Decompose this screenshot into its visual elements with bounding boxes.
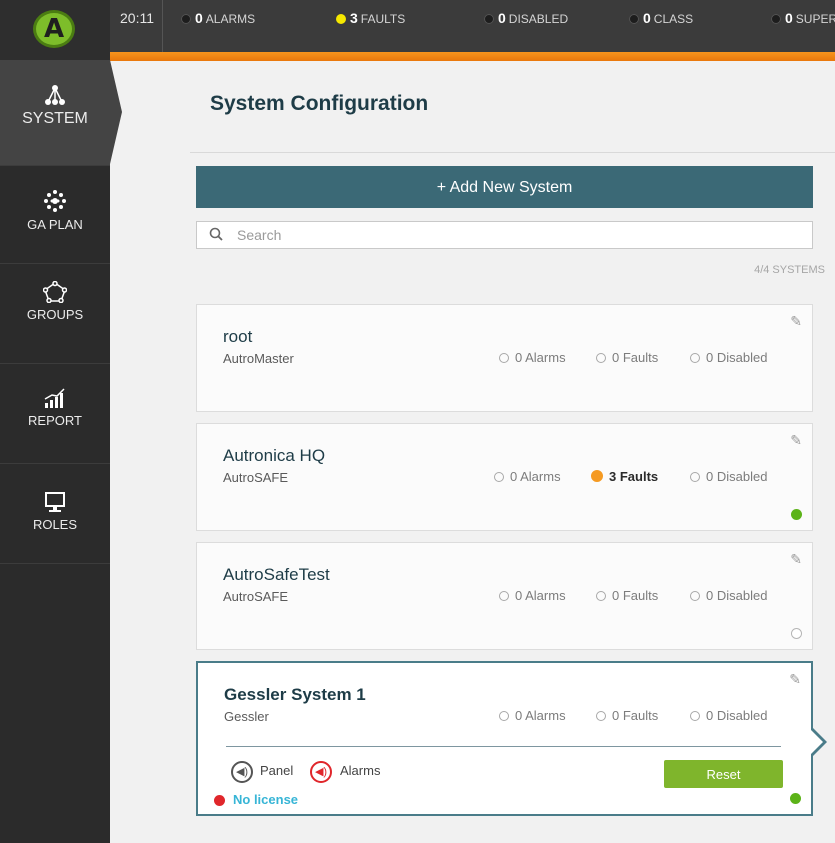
status-circle-icon (596, 591, 606, 601)
alarms-stat[interactable]: 0 ALARMS (181, 0, 255, 36)
disabled-status: 0 Disabled (690, 588, 767, 603)
disabled-status: 0 Disabled (690, 350, 767, 365)
status-circle-icon (690, 591, 700, 601)
sidebar-item-report[interactable]: REPORT (0, 363, 110, 463)
online-indicator (790, 793, 801, 804)
search-icon (209, 227, 223, 241)
clock: 20:11 (112, 0, 163, 52)
status-circle-icon (596, 711, 606, 721)
faults-status: 0 Faults (596, 588, 658, 603)
status-circle-icon (596, 353, 606, 363)
title-divider (190, 152, 835, 153)
alarms-status: 0 Alarms (494, 469, 561, 484)
system-card[interactable]: AutroSafeTest AutroSAFE 0 Alarms 0 Fault… (196, 542, 813, 650)
reset-button[interactable]: Reset (664, 760, 783, 788)
faults-dot-icon (336, 14, 346, 24)
sidebar-item-roles[interactable]: ROLES (0, 463, 110, 563)
offline-indicator (791, 628, 802, 639)
search-box[interactable] (196, 221, 813, 249)
page-title: System Configuration (210, 92, 429, 115)
system-type: AutroMaster (223, 351, 294, 366)
status-circle-icon (499, 591, 509, 601)
faults-status: 0 Faults (596, 708, 658, 723)
faults-stat[interactable]: 3 FAULTS (336, 0, 405, 36)
alarms-status: 0 Alarms (499, 350, 566, 365)
card-divider (226, 746, 781, 747)
disabled-stat[interactable]: 0 DISABLED (484, 0, 568, 36)
status-circle-icon (690, 711, 700, 721)
system-icon (45, 85, 65, 105)
panel-label: Panel (260, 763, 294, 778)
report-icon (44, 388, 65, 408)
fault-dot-icon (591, 470, 603, 482)
edit-pencil-icon[interactable]: ✎ (790, 432, 802, 449)
sidebar-item-label: GA PLAN (27, 217, 83, 232)
status-circle-icon (690, 353, 700, 363)
faults-status: 3 Faults (591, 469, 658, 484)
system-name: Gessler System 1 (224, 685, 366, 704)
sidebar-item-ga-plan[interactable]: GA PLAN (0, 165, 110, 263)
system-card[interactable]: Autronica HQ AutroSAFE 0 Alarms 3 Faults… (196, 423, 813, 531)
status-circle-icon (499, 353, 509, 363)
systems-count: 4/4 SYSTEMS (754, 264, 825, 276)
super-stat[interactable]: 0 SUPER (771, 0, 835, 36)
sidebar-item-label: SYSTEM (22, 110, 88, 127)
disabled-dot-icon (484, 14, 494, 24)
online-indicator (791, 509, 802, 520)
alarms-status: 0 Alarms (499, 708, 566, 723)
selection-pointer (811, 728, 827, 756)
disabled-status: 0 Disabled (690, 469, 767, 484)
class-stat[interactable]: 0 CLASS (629, 0, 693, 36)
system-card[interactable]: root AutroMaster 0 Alarms 0 Faults 0 Dis… (196, 304, 813, 412)
sidebar-item-groups[interactable]: GROUPS (0, 263, 110, 363)
sidebar-item-label: GROUPS (26, 307, 84, 322)
license-status-dot (214, 795, 225, 806)
app-logo[interactable]: A (33, 10, 75, 48)
disabled-status: 0 Disabled (690, 708, 767, 723)
system-name: Autronica HQ (223, 446, 326, 465)
license-status: No license (233, 792, 299, 807)
logo-cell: A (0, 0, 110, 60)
status-bar-accent (110, 52, 835, 61)
status-circle-icon (494, 472, 504, 482)
status-circle-icon (690, 472, 700, 482)
alarms-status: 0 Alarms (499, 588, 566, 603)
sidebar: SYSTEM GA PLAN GROUPS REPORT ROLES (0, 60, 122, 843)
system-name: root (223, 327, 253, 346)
system-type: AutroSAFE (223, 470, 289, 485)
edit-pencil-icon[interactable]: ✎ (790, 313, 802, 330)
groups-icon (43, 281, 67, 303)
panel-speaker-icon[interactable]: ◀) (231, 761, 253, 783)
search-input[interactable] (235, 224, 799, 246)
system-card-selected[interactable]: Gessler System 1 Gessler 0 Alarms 0 Faul… (196, 661, 813, 816)
alarms-speaker-icon[interactable]: ◀) (310, 761, 332, 783)
roles-icon (45, 492, 65, 512)
faults-status: 0 Faults (596, 350, 658, 365)
system-type: AutroSAFE (223, 589, 289, 604)
status-circle-icon (499, 711, 509, 721)
edit-pencil-icon[interactable]: ✎ (789, 671, 801, 688)
alarms-dot-icon (181, 14, 191, 24)
ga-plan-icon (44, 190, 66, 212)
sidebar-item-system[interactable]: SYSTEM (0, 60, 122, 165)
system-type: Gessler (224, 709, 269, 724)
edit-pencil-icon[interactable]: ✎ (790, 551, 802, 568)
sidebar-item-label: ROLES (32, 517, 78, 532)
alarms-sound-label: Alarms (340, 763, 381, 778)
sidebar-item-label: REPORT (28, 413, 82, 428)
class-dot-icon (629, 14, 639, 24)
super-dot-icon (771, 14, 781, 24)
system-name: AutroSafeTest (223, 565, 330, 584)
add-system-button[interactable]: + Add New System (196, 166, 813, 208)
